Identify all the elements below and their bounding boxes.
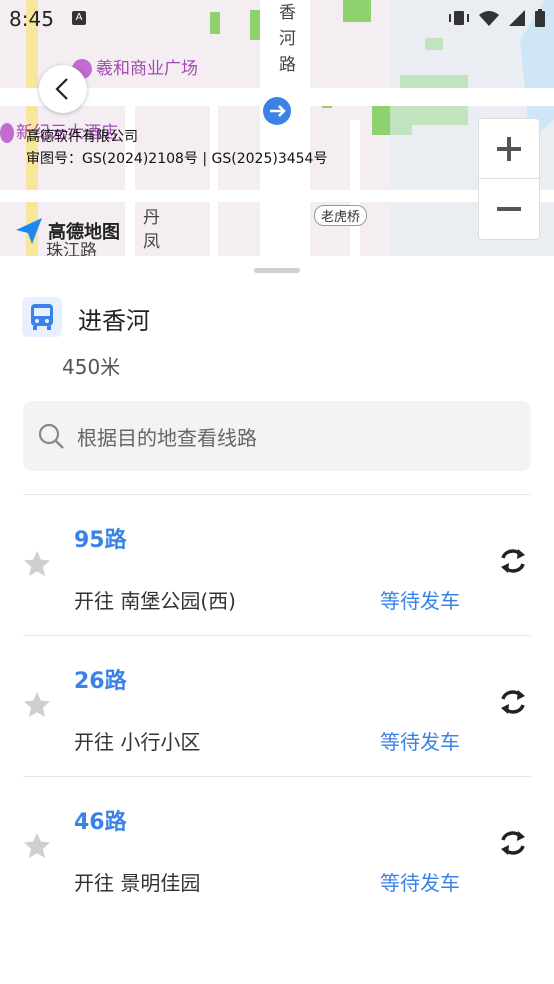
signal-icon [509, 10, 525, 26]
route-row[interactable]: 26路开往 小行小区 等待发车 [0, 636, 554, 776]
refresh-icon[interactable] [496, 544, 530, 582]
poi-pin-icon [0, 123, 14, 143]
chevron-left-icon [55, 78, 68, 100]
area-label: 丹 凤 [143, 208, 160, 252]
system-icons [448, 8, 546, 28]
status-time: 8:45 [9, 7, 54, 31]
stop-distance: 450米 [62, 355, 121, 379]
bus-stop-sheet: 进香河 450米 根据目的地查看线路 95路 开往 南堡公园(西) 等待发车 26路开… [0, 256, 554, 984]
minus-icon [497, 206, 521, 211]
route-name: 95路 [74, 528, 127, 553]
vibrate-icon [449, 11, 469, 25]
star-icon[interactable] [22, 690, 52, 724]
refresh-icon[interactable] [496, 685, 530, 723]
search-placeholder: 根据目的地查看线路 [77, 425, 257, 450]
bus-glyph [31, 304, 53, 330]
map-attribution: 高德软件有限公司 审图号：GS(2024)2108号 | GS(2025)345… [26, 126, 327, 170]
stop-name: 进香河 [78, 307, 150, 335]
back-button[interactable] [39, 65, 87, 113]
attribution-license: 审图号：GS(2024)2108号 | GS(2025)3454号 [26, 151, 328, 167]
poi-plaza[interactable]: 羲和商业广场 [72, 54, 198, 79]
route-name: 26路 [74, 669, 127, 694]
wifi-icon [479, 11, 499, 26]
route-status: 等待发车 [380, 589, 460, 613]
star-icon[interactable] [22, 549, 52, 583]
plus-icon [497, 136, 521, 161]
zoom-in-button[interactable] [479, 119, 539, 178]
bus-icon [22, 297, 62, 337]
route-direction: 开往 小行小区 [74, 730, 201, 754]
zoom-controls [478, 118, 540, 240]
refresh-icon[interactable] [496, 826, 530, 864]
route-direction: 开往 景明佳园 [74, 871, 201, 895]
drag-handle[interactable] [254, 268, 300, 273]
search-icon [37, 422, 65, 450]
status-bar: 8:45 A [0, 0, 554, 36]
route-name: 46路 [74, 810, 127, 835]
route-status: 等待发车 [380, 730, 460, 754]
route-status: 等待发车 [380, 871, 460, 895]
route-row[interactable]: 46路开往 景明佳园 等待发车 [0, 777, 554, 917]
destination-search[interactable]: 根据目的地查看线路 [23, 401, 531, 471]
notification-icon: A [72, 11, 86, 25]
battery-icon [535, 9, 545, 27]
road-tag: 老虎桥 [314, 205, 368, 226]
route-row[interactable]: 95路开往 南堡公园(西) 等待发车 [0, 495, 554, 635]
zoom-out-button[interactable] [479, 178, 539, 238]
route-direction: 开往 南堡公园(西) [74, 589, 236, 613]
amap-logo: 高德地图 [14, 216, 120, 246]
star-icon[interactable] [22, 831, 52, 865]
attribution-company: 高德软件有限公司 [26, 129, 138, 145]
amap-logo-icon [16, 218, 42, 244]
poi-plaza-label: 羲和商业广场 [96, 59, 198, 79]
amap-logo-text: 高德地图 [48, 222, 120, 243]
map-view[interactable]: 8:45 A 香 河 路 羲和商业广场 新纪元大酒店 老虎桥 丹 凤 珠江路 高… [0, 0, 554, 256]
